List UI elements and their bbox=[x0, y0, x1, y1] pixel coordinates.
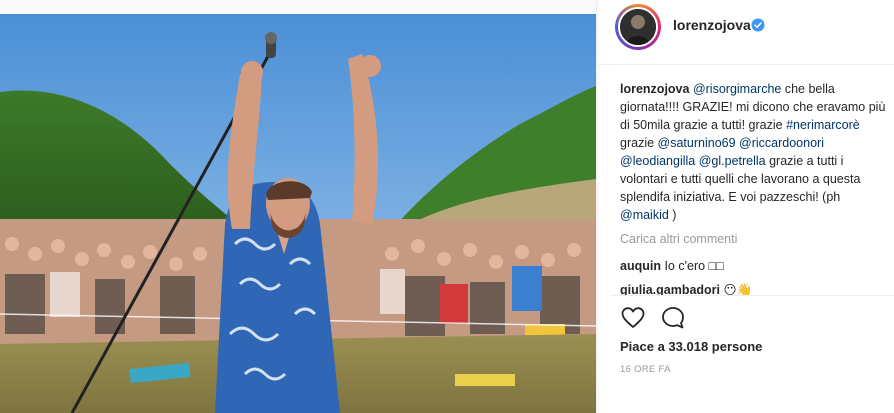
concert-photo-image bbox=[0, 14, 596, 413]
comment-username[interactable]: auquin bbox=[620, 259, 661, 273]
comment-item: auquin Io c'ero □□ bbox=[620, 257, 724, 275]
mention-link[interactable]: @saturnino69 bbox=[658, 136, 736, 150]
post-caption: lorenzojova @risorgimarche che bella gio… bbox=[620, 80, 888, 224]
mention-link[interactable]: @maikid bbox=[620, 208, 669, 222]
comment-username[interactable]: giulia.gambadori bbox=[620, 283, 720, 295]
likes-count[interactable]: Piace a 33.018 persone bbox=[620, 339, 762, 354]
avatar-image bbox=[620, 9, 656, 45]
comment-text: 😶👋 bbox=[723, 283, 753, 295]
story-ring[interactable] bbox=[615, 4, 661, 50]
verified-badge-icon bbox=[751, 18, 765, 32]
comment-item: giulia.gambadori 😶👋 bbox=[620, 281, 752, 295]
caption-text: ) bbox=[668, 208, 677, 222]
post-timestamp[interactable]: 16 ORE FA bbox=[620, 364, 671, 375]
username-link[interactable]: lorenzojova bbox=[673, 17, 751, 33]
actions-divider bbox=[610, 295, 894, 296]
mention-link[interactable]: @riccardoonori bbox=[739, 136, 824, 150]
comment-text: Io c'ero □□ bbox=[664, 259, 724, 273]
like-button[interactable] bbox=[620, 305, 646, 331]
post-header: lorenzojova bbox=[597, 0, 894, 65]
load-more-comments-button[interactable]: Carica altri commenti bbox=[620, 232, 737, 246]
caption-text: grazie bbox=[620, 136, 658, 150]
avatar[interactable] bbox=[618, 7, 658, 47]
mention-link[interactable]: @leodiangilla bbox=[620, 154, 695, 168]
mention-link[interactable]: @risorgimarche bbox=[693, 82, 781, 96]
post-photo[interactable] bbox=[0, 14, 596, 413]
heart-icon bbox=[621, 307, 645, 328]
caption-username[interactable]: lorenzojova bbox=[620, 82, 689, 96]
speech-bubble-icon bbox=[662, 307, 684, 329]
hashtag-link[interactable]: #nerimarcorè bbox=[786, 118, 860, 132]
comment-button[interactable] bbox=[660, 305, 686, 331]
mention-link[interactable]: @gl.petrella bbox=[699, 154, 766, 168]
